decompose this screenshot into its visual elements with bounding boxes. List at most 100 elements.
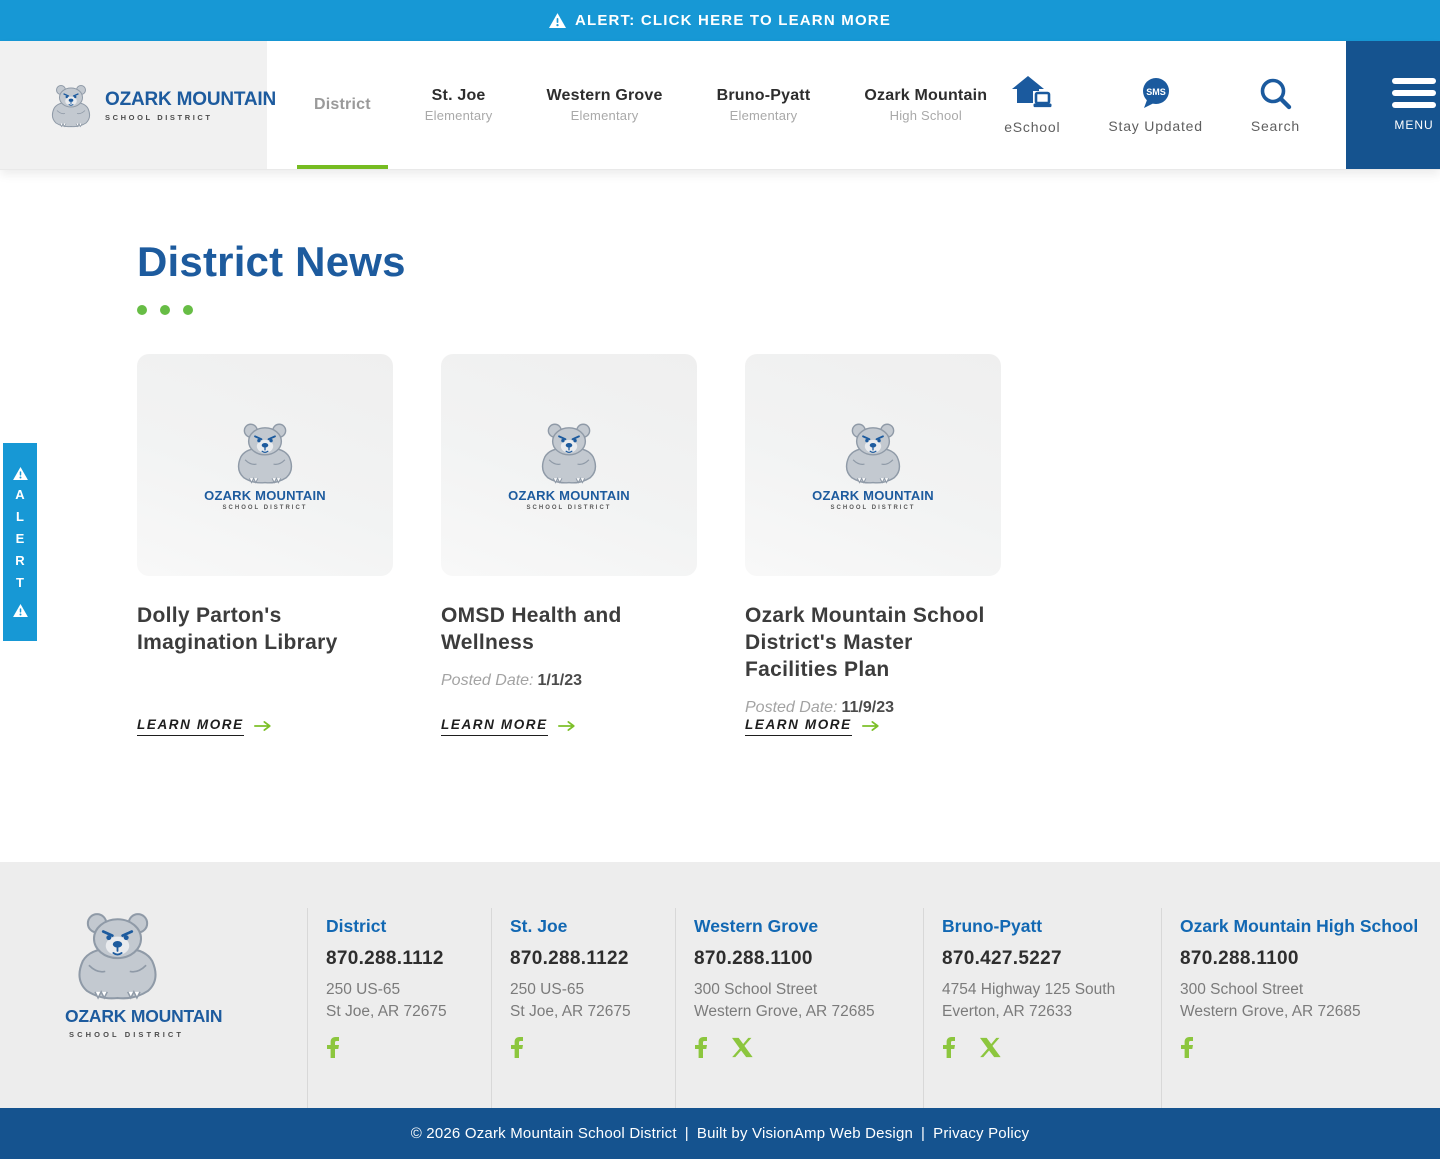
stay-updated-button[interactable]: SMS Stay Updated bbox=[1108, 77, 1202, 134]
news-card-title[interactable]: Ozark Mountain School District's Master … bbox=[745, 603, 1001, 684]
learn-more-label: LEARN MORE bbox=[137, 717, 244, 736]
arrow-right-icon bbox=[862, 720, 880, 732]
card-logo-title: OZARK MOUNTAIN bbox=[812, 488, 934, 503]
footer-phone[interactable]: 870.288.1122 bbox=[510, 948, 665, 970]
footer-social-row bbox=[510, 1035, 665, 1059]
card-logo-title: OZARK MOUNTAIN bbox=[204, 488, 326, 503]
footer-address: 250 US-65St Joe, AR 72675 bbox=[510, 979, 665, 1022]
learn-more-label: LEARN MORE bbox=[745, 717, 852, 736]
footer-school-link[interactable]: Ozark Mountain High School bbox=[1180, 916, 1411, 937]
bear-mascot-icon bbox=[228, 420, 302, 484]
footer-phone[interactable]: 870.288.1100 bbox=[1180, 948, 1411, 970]
x-twitter-icon[interactable] bbox=[980, 1037, 1001, 1058]
learn-more-link[interactable]: LEARN MORE bbox=[441, 717, 697, 736]
card-logo-subtitle: SCHOOL DISTRICT bbox=[831, 505, 916, 511]
facebook-icon[interactable] bbox=[942, 1035, 956, 1059]
facebook-icon[interactable] bbox=[694, 1035, 708, 1059]
menu-button[interactable]: MENU bbox=[1346, 41, 1440, 169]
district-logo[interactable]: OZARK MOUNTAIN SCHOOL DISTRICT bbox=[0, 41, 267, 169]
footer-column-st-joe: St. Joe 870.288.1122 250 US-65St Joe, AR… bbox=[491, 908, 675, 1108]
facebook-icon[interactable] bbox=[326, 1035, 340, 1059]
news-card-title[interactable]: OMSD Health and Wellness bbox=[441, 603, 697, 657]
news-card-image[interactable]: OZARK MOUNTAIN SCHOOL DISTRICT bbox=[137, 354, 393, 576]
search-label: Search bbox=[1251, 118, 1300, 134]
svg-text:SMS: SMS bbox=[1146, 87, 1166, 97]
search-button[interactable]: Search bbox=[1251, 76, 1300, 134]
posted-date-value: 11/9/23 bbox=[842, 699, 895, 716]
sms-bubble-icon: SMS bbox=[1139, 77, 1173, 110]
nav-label: District bbox=[314, 96, 371, 114]
eschool-house-icon bbox=[1011, 75, 1053, 111]
eschool-button[interactable]: eSchool bbox=[1004, 75, 1060, 135]
news-card-title[interactable]: Dolly Parton's Imagination Library bbox=[137, 603, 393, 657]
footer-phone[interactable]: 870.288.1100 bbox=[694, 948, 913, 970]
card-logo-subtitle: SCHOOL DISTRICT bbox=[527, 505, 612, 511]
nav-sublabel: High School bbox=[890, 108, 962, 123]
bear-mascot-icon bbox=[65, 908, 170, 1000]
x-twitter-icon[interactable] bbox=[732, 1037, 753, 1058]
footer-phone[interactable]: 870.427.5227 bbox=[942, 948, 1151, 970]
arrow-right-icon bbox=[254, 720, 272, 732]
nav-sublabel: Elementary bbox=[571, 108, 639, 123]
nav-sublabel: Elementary bbox=[425, 108, 493, 123]
main-nav: District St. Joe Elementary Western Grov… bbox=[297, 41, 1004, 169]
card-logo-subtitle: SCHOOL DISTRICT bbox=[223, 505, 308, 511]
footer-phone[interactable]: 870.288.1112 bbox=[326, 948, 481, 970]
nav-label: Bruno-Pyatt bbox=[717, 87, 811, 105]
copyright-text: © 2026 Ozark Mountain School District bbox=[411, 1125, 677, 1142]
privacy-policy-link[interactable]: Privacy Policy bbox=[933, 1125, 1029, 1142]
bear-mascot-icon bbox=[46, 74, 96, 136]
nav-item-ozark-mountain-high[interactable]: Ozark Mountain High School bbox=[847, 41, 1004, 169]
page-title: District News bbox=[137, 238, 1440, 286]
footer-social-row bbox=[326, 1035, 481, 1059]
footer-column-district: District 870.288.1112 250 US-65St Joe, A… bbox=[307, 908, 491, 1108]
facebook-icon[interactable] bbox=[1180, 1035, 1194, 1059]
separator: | bbox=[685, 1125, 689, 1142]
built-by-link[interactable]: Built by VisionAmp Web Design bbox=[697, 1125, 913, 1142]
news-card-image[interactable]: OZARK MOUNTAIN SCHOOL DISTRICT bbox=[745, 354, 1001, 576]
nav-item-western-grove[interactable]: Western Grove Elementary bbox=[529, 41, 679, 169]
footer-column-western-grove: Western Grove 870.288.1100 300 School St… bbox=[675, 908, 923, 1108]
hamburger-icon bbox=[1392, 78, 1436, 108]
footer-address: 4754 Highway 125 SouthEverton, AR 72633 bbox=[942, 979, 1151, 1022]
eschool-label: eSchool bbox=[1004, 119, 1060, 135]
news-card-list: OZARK MOUNTAIN SCHOOL DISTRICT Dolly Par… bbox=[137, 354, 1440, 736]
learn-more-label: LEARN MORE bbox=[441, 717, 548, 736]
learn-more-link[interactable]: LEARN MORE bbox=[137, 717, 393, 736]
news-card: OZARK MOUNTAIN SCHOOL DISTRICT Dolly Par… bbox=[137, 354, 393, 736]
footer-address: 250 US-65St Joe, AR 72675 bbox=[326, 979, 481, 1022]
main-content: District News OZARK MOUNTAIN SCHOOL DIST… bbox=[0, 170, 1440, 736]
footer-school-link[interactable]: Bruno-Pyatt bbox=[942, 916, 1151, 937]
nav-item-st-joe[interactable]: St. Joe Elementary bbox=[408, 41, 510, 169]
logo-subtitle: SCHOOL DISTRICT bbox=[105, 113, 276, 122]
arrow-right-icon bbox=[558, 720, 576, 732]
warning-triangle-icon bbox=[549, 13, 566, 28]
learn-more-link[interactable]: LEARN MORE bbox=[745, 717, 1001, 736]
stay-updated-label: Stay Updated bbox=[1108, 118, 1202, 134]
news-card-image[interactable]: OZARK MOUNTAIN SCHOOL DISTRICT bbox=[441, 354, 697, 576]
footer-logo-title: OZARK MOUNTAIN bbox=[65, 1006, 222, 1027]
title-dots-decoration bbox=[137, 305, 1440, 315]
alert-triangle-icon bbox=[13, 604, 28, 617]
nav-item-bruno-pyatt[interactable]: Bruno-Pyatt Elementary bbox=[700, 41, 828, 169]
search-icon bbox=[1258, 76, 1292, 110]
separator: | bbox=[921, 1125, 925, 1142]
posted-date-row: Posted Date:1/1/23 bbox=[441, 672, 697, 690]
footer-column-bruno-pyatt: Bruno-Pyatt 870.427.5227 4754 Highway 12… bbox=[923, 908, 1161, 1108]
footer-school-link[interactable]: Western Grove bbox=[694, 916, 913, 937]
footer: OZARK MOUNTAIN SCHOOL DISTRICT District … bbox=[0, 862, 1440, 1108]
footer-address: 300 School StreetWestern Grove, AR 72685 bbox=[1180, 979, 1411, 1022]
side-alert-tab[interactable]: ALERT bbox=[3, 443, 37, 641]
footer-school-link[interactable]: District bbox=[326, 916, 481, 937]
footer-address: 300 School StreetWestern Grove, AR 72685 bbox=[694, 979, 913, 1022]
copyright-bar: © 2026 Ozark Mountain School District | … bbox=[0, 1108, 1440, 1159]
menu-label: MENU bbox=[1394, 118, 1433, 132]
footer-logo[interactable]: OZARK MOUNTAIN SCHOOL DISTRICT bbox=[35, 908, 307, 1108]
facebook-icon[interactable] bbox=[510, 1035, 524, 1059]
footer-social-row bbox=[942, 1035, 1151, 1059]
utility-nav: eSchool SMS Stay Updated Search bbox=[1004, 41, 1346, 169]
alert-banner[interactable]: ALERT: CLICK HERE TO LEARN MORE bbox=[0, 0, 1440, 41]
nav-item-district[interactable]: District bbox=[297, 41, 388, 169]
footer-school-link[interactable]: St. Joe bbox=[510, 916, 665, 937]
nav-sublabel: Elementary bbox=[730, 108, 798, 123]
